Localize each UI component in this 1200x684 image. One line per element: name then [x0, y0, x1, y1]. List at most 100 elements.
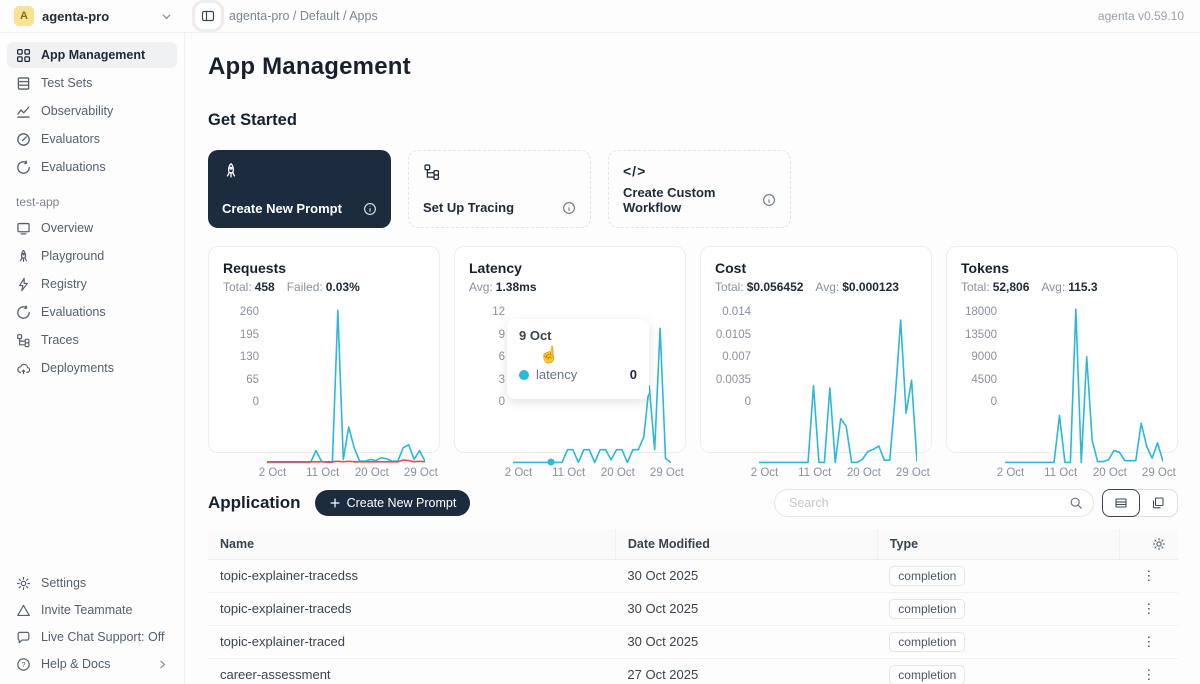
code-icon: </> — [623, 163, 776, 179]
app-name: topic-explainer-traceds — [208, 592, 615, 625]
column-header-type[interactable]: Type — [877, 529, 1120, 559]
svg-text:?: ? — [21, 660, 25, 669]
sidebar-item-label: Evaluations — [41, 160, 106, 174]
chevron-down-icon — [160, 10, 173, 23]
y-tick-label: 9000 — [971, 351, 997, 363]
tree-branch-icon — [16, 333, 31, 348]
sidebar-section-label: test-app — [16, 195, 184, 209]
y-tick-label: 6 — [499, 351, 505, 363]
row-menu-button[interactable]: ⋮ — [1120, 592, 1178, 625]
info-icon[interactable] — [363, 202, 377, 216]
x-tick-label: 11 Oct — [306, 467, 339, 479]
workspace-selector[interactable]: A agenta-pro — [0, 0, 185, 32]
x-tick-label: 2 Oct — [259, 467, 286, 479]
y-tick-label: 260 — [240, 306, 259, 318]
series-dot — [519, 370, 529, 380]
breadcrumb[interactable]: agenta-pro / Default / Apps — [229, 9, 378, 23]
card-label: Create New Prompt — [222, 201, 342, 216]
sidebar-item-label: Invite Teammate — [41, 603, 132, 617]
sidebar: App Management Test Sets Observability E… — [0, 33, 185, 684]
x-tick-label: 2 Oct — [751, 467, 778, 479]
set-up-tracing-card[interactable]: Set Up Tracing — [408, 150, 591, 228]
column-header-date-modified[interactable]: Date Modified — [615, 529, 877, 559]
type-badge: completion — [889, 566, 965, 586]
sidebar-item-traces[interactable]: Traces — [7, 327, 177, 353]
sidebar-item-help-docs[interactable]: ? Help & Docs — [7, 651, 177, 677]
sidebar-item-test-sets[interactable]: Test Sets — [7, 70, 177, 96]
row-menu-button[interactable]: ⋮ — [1120, 658, 1178, 684]
get-started-heading: Get Started — [208, 111, 1178, 130]
table-row[interactable]: topic-explainer-traceds 30 Oct 2025 comp… — [208, 592, 1178, 625]
app-version: agenta v0.59.10 — [1098, 9, 1184, 23]
tokens-chart: 1800013500900045000 2 Oct11 Oct20 Oct29 … — [961, 306, 1163, 424]
sidebar-item-evaluations[interactable]: Evaluations — [7, 154, 177, 180]
sidebar-item-deployments[interactable]: Deployments — [7, 355, 177, 381]
table-row[interactable]: topic-explainer-tracedss 30 Oct 2025 com… — [208, 559, 1178, 592]
search-box — [774, 489, 1094, 517]
table-rows-icon — [16, 76, 31, 91]
sidebar-item-observability[interactable]: Observability — [7, 98, 177, 124]
application-heading: Application — [208, 493, 301, 513]
y-tick-label: 0 — [253, 396, 259, 408]
application-header: Application Create New Prompt — [208, 489, 1178, 517]
table-row[interactable]: career-assessment 27 Oct 2025 completion… — [208, 658, 1178, 684]
y-tick-label: 9 — [499, 329, 505, 341]
sidebar-item-evaluations-app[interactable]: Evaluations — [7, 299, 177, 325]
create-new-prompt-button[interactable]: Create New Prompt — [315, 490, 471, 516]
table-row[interactable]: topic-explainer-traced 30 Oct 2025 compl… — [208, 625, 1178, 658]
tree-branch-icon — [423, 163, 441, 181]
sidebar-item-app-management[interactable]: App Management — [7, 42, 177, 68]
workspace-name: agenta-pro — [42, 9, 152, 24]
y-axis: 260195130650 — [223, 306, 267, 424]
y-tick-label: 12 — [492, 306, 505, 318]
sidebar-item-invite-teammate[interactable]: Invite Teammate — [7, 597, 177, 623]
applications-table: Name Date Modified Type topic-explainer-… — [208, 529, 1178, 684]
y-tick-label: 130 — [240, 351, 259, 363]
sidebar-item-live-chat[interactable]: Live Chat Support: Off — [7, 624, 177, 650]
y-tick-label: 195 — [240, 329, 259, 341]
sidebar-item-overview[interactable]: Overview — [7, 215, 177, 241]
sidebar-item-label: Deployments — [41, 361, 114, 375]
x-tick-label: 20 Oct — [1093, 467, 1127, 479]
chart-title: Cost — [715, 260, 917, 276]
column-header-name[interactable]: Name — [208, 529, 615, 559]
search-icon[interactable] — [1069, 496, 1083, 510]
app-name: career-assessment — [208, 658, 615, 684]
chart-stats: Total:52,806 Avg:115.3 — [961, 280, 1163, 294]
refresh-circle-icon — [16, 160, 31, 175]
create-custom-workflow-card[interactable]: </> Create Custom Workflow — [608, 150, 791, 228]
y-tick-label: 0.014 — [722, 306, 751, 318]
chart-title: Latency — [469, 260, 671, 276]
sidebar-toggle-button[interactable] — [195, 3, 221, 29]
chart-plot[interactable] — [1005, 306, 1163, 464]
chart-plot[interactable] — [759, 306, 917, 464]
row-menu-button[interactable]: ⋮ — [1120, 559, 1178, 592]
x-tick-label: 20 Oct — [355, 467, 389, 479]
type-badge: completion — [889, 665, 965, 684]
info-icon[interactable] — [562, 201, 576, 215]
hovered-data-point — [548, 459, 555, 466]
requests-card: Requests Total:458 Failed:0.03% 26019513… — [208, 246, 440, 453]
card-view-button[interactable] — [1139, 490, 1177, 516]
gear-icon[interactable] — [1132, 537, 1166, 551]
sidebar-item-registry[interactable]: Registry — [7, 271, 177, 297]
sidebar-item-playground[interactable]: Playground — [7, 243, 177, 269]
search-input[interactable] — [789, 496, 1069, 510]
sidebar-item-settings[interactable]: Settings — [7, 570, 177, 596]
x-tick-label: 20 Oct — [847, 467, 881, 479]
x-tick-label: 29 Oct — [896, 467, 930, 479]
lightning-icon — [16, 277, 31, 292]
y-tick-label: 0.007 — [722, 351, 751, 363]
monitor-icon — [16, 221, 31, 236]
row-menu-button[interactable]: ⋮ — [1120, 625, 1178, 658]
sidebar-item-evaluators[interactable]: Evaluators — [7, 126, 177, 152]
info-icon[interactable] — [762, 193, 776, 207]
chart-tooltip: 9 Oct ☝ latency 0 — [507, 319, 649, 399]
refresh-circle-icon — [16, 305, 31, 320]
table-view-button[interactable] — [1102, 489, 1140, 517]
y-tick-label: 0.0105 — [716, 329, 751, 341]
sidebar-item-label: Traces — [41, 333, 79, 347]
create-new-prompt-card[interactable]: Create New Prompt — [208, 150, 391, 228]
chart-plot[interactable] — [267, 306, 425, 464]
help-circle-icon: ? — [16, 657, 31, 672]
